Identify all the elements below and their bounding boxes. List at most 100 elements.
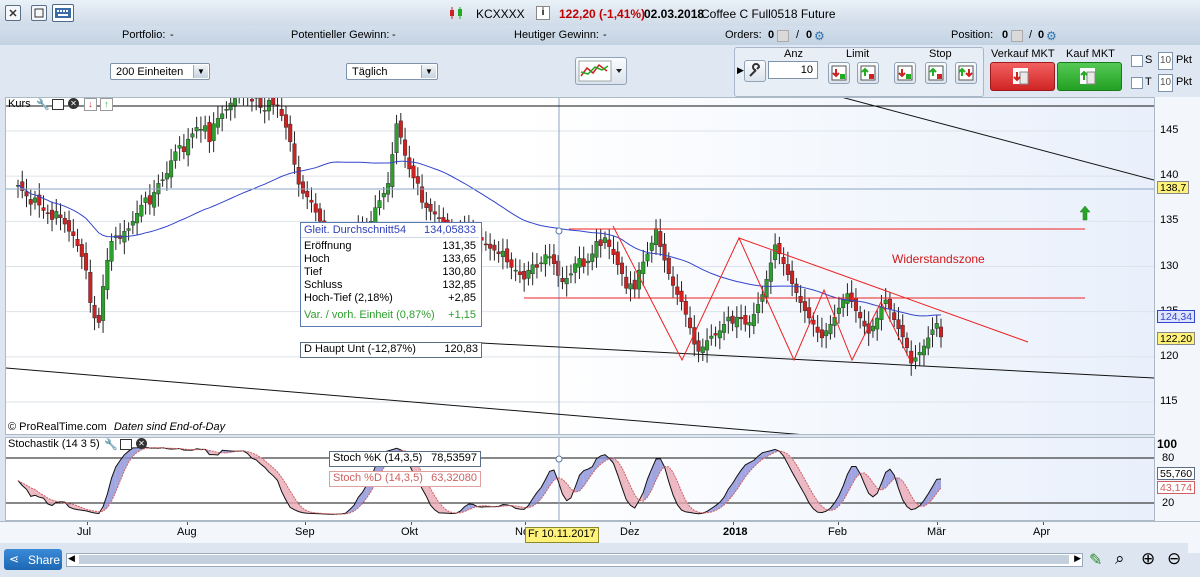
limit-sell-icon — [860, 65, 876, 81]
orders-value: 0 — [768, 29, 775, 41]
candle-body — [45, 212, 50, 214]
candle-body — [41, 207, 46, 211]
ohlc-rows: Eröffnung 131,35 Hoch 133,65 Tief 130,80 Schlu… — [301, 240, 479, 305]
candle-body — [207, 122, 212, 143]
candle-body — [602, 237, 607, 243]
candle-body — [488, 243, 493, 249]
wrench-icon[interactable]: 🔧 — [36, 98, 50, 111]
candle-body — [169, 160, 174, 178]
candle-body — [824, 330, 829, 337]
candle-body — [398, 120, 403, 138]
candle-body — [722, 324, 727, 333]
wrench-button[interactable] — [744, 60, 766, 82]
share-label: Share — [28, 553, 61, 567]
stop-limit-icon — [958, 65, 974, 81]
candle-body — [679, 290, 684, 302]
close-icon[interactable]: ✕ — [136, 438, 147, 449]
x-tick-label: 2018 — [723, 526, 748, 538]
window-icon[interactable] — [52, 99, 64, 110]
wrench-icon[interactable]: 🔧 — [104, 438, 118, 451]
orders-close-icon[interactable] — [777, 30, 789, 42]
candle-body — [160, 179, 165, 181]
candle-body — [424, 202, 429, 208]
candle-body — [870, 325, 875, 332]
scrollbar-thumb[interactable] — [79, 555, 1069, 564]
stoch-fill — [843, 474, 848, 501]
close-icon[interactable]: ✕ — [68, 98, 79, 109]
zoom-out-icon[interactable]: ⊖ — [1167, 549, 1181, 569]
zoom-select-icon[interactable]: ⌕ — [1115, 549, 1125, 569]
candle-body — [381, 193, 386, 198]
limit-sell-button[interactable] — [857, 62, 879, 84]
position-settings-icon[interactable]: ⚙ — [1046, 29, 1057, 43]
stop-buy-button[interactable] — [894, 62, 916, 84]
candle-body — [649, 242, 654, 251]
instrument-name: Coffee C Full0518 Future — [701, 7, 836, 21]
horizontal-scrollbar[interactable]: ◀ ▶ — [66, 553, 1083, 567]
stochastic-panel[interactable]: Stochastik (14 3 5) 🔧 ✕ Stoch %K (14,3,5… — [5, 437, 1155, 521]
title-bar: KCXXXX i 122,20 (-1,41%) 02.03.2018 Coff… — [0, 0, 1200, 27]
quantity-input[interactable]: 10 — [768, 61, 818, 79]
buy-market-label: Kauf MKT — [1066, 48, 1115, 60]
keyboard-icon[interactable] — [52, 4, 74, 22]
info-icon[interactable]: i — [536, 6, 550, 20]
candle-body — [177, 145, 182, 149]
stop-checkbox[interactable] — [1131, 55, 1143, 67]
stop-s-label: S — [1145, 54, 1153, 66]
candle-icon — [447, 5, 467, 24]
candle-body — [317, 208, 322, 222]
sell-icon — [1013, 68, 1029, 85]
window-icon[interactable] — [120, 439, 132, 450]
stoch-d-value: 63,32080 — [431, 472, 477, 484]
ohlc-value: +2,85 — [448, 292, 476, 304]
scroll-left-icon[interactable]: ◀ — [68, 553, 75, 564]
stoch-d-box: Stoch %D (14,3,5) 63,32080 — [329, 471, 481, 487]
trend-line-lower-2 — [480, 342, 1154, 379]
stoch-k-box: Stoch %K (14,3,5) 78,53597 — [329, 451, 481, 467]
copyright-line: © ProRealTime.com Daten sind End-of-Day — [8, 421, 225, 433]
price-chart[interactable] — [6, 98, 1154, 434]
candle-body — [194, 127, 199, 132]
units-select[interactable]: 200 Einheiten ▼ — [110, 63, 210, 80]
candle-body — [619, 262, 624, 274]
buy-market-button[interactable] — [1057, 62, 1122, 91]
target-points-input[interactable]: 10 — [1158, 74, 1173, 92]
stop-sell-button[interactable] — [925, 62, 947, 84]
up-arrow-icon[interactable]: ↑ — [100, 98, 113, 111]
period-select[interactable]: Täglich ▼ — [346, 63, 438, 80]
stoch-fill — [681, 491, 686, 512]
orders-label: Orders: — [725, 29, 762, 41]
close-icon[interactable] — [5, 5, 21, 21]
candle-body — [828, 324, 833, 335]
zoom-in-icon[interactable]: ⊕ — [1141, 549, 1155, 569]
candle-body — [560, 277, 565, 283]
candle-body — [751, 314, 756, 327]
down-arrow-icon[interactable]: ↓ — [84, 98, 97, 111]
orders-separator: / — [796, 29, 800, 41]
restore-icon[interactable] — [31, 5, 47, 21]
y-tick-label: 120 — [1160, 349, 1179, 362]
auto-scale-icon[interactable]: ✎ — [1089, 550, 1102, 570]
indicator-menu-button[interactable] — [575, 57, 627, 85]
candle-body — [534, 264, 539, 268]
stochastic-chart[interactable] — [6, 438, 1154, 520]
trend-line-upper — [842, 98, 1154, 181]
sell-market-button[interactable] — [990, 62, 1055, 91]
price-date: 02.03.2018 — [644, 7, 705, 21]
limit-buy-button[interactable] — [828, 62, 850, 84]
candle-body — [75, 239, 80, 246]
candle-body — [628, 283, 633, 290]
scroll-right-icon[interactable]: ▶ — [1074, 553, 1081, 564]
stop-points-input[interactable]: 10 — [1158, 52, 1173, 70]
today-gain-value: - — [603, 29, 607, 41]
x-tick-mark — [87, 522, 88, 525]
target-checkbox[interactable] — [1131, 77, 1143, 89]
orders-settings-icon[interactable]: ⚙ — [814, 29, 825, 43]
stop-limit-button[interactable] — [955, 62, 977, 84]
position-close-icon[interactable] — [1011, 30, 1023, 42]
today-gain-label: Heutiger Gewinn: — [514, 29, 599, 41]
expand-arrow-icon[interactable]: ▶ — [737, 65, 744, 76]
ohlc-value: 132,85 — [442, 279, 476, 291]
price-chart-panel[interactable]: Kurs 🔧 ✕ ↓ ↑ Widerstandszone Gleit. Durc… — [5, 97, 1155, 435]
share-button[interactable]: ⋖ Share — [4, 549, 62, 570]
